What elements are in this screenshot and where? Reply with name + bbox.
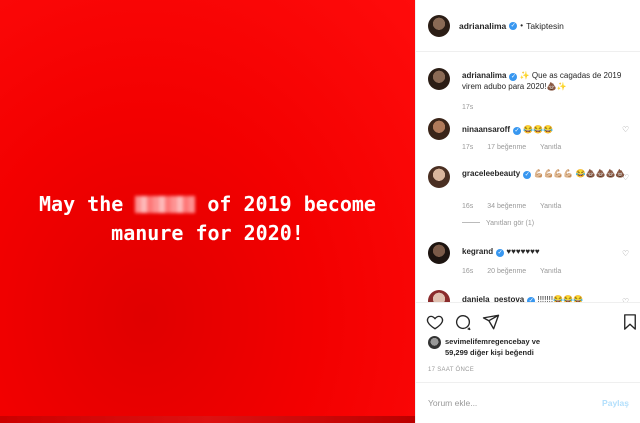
- comment-meta: 16s 34 beğenme Yanıtla: [462, 203, 573, 210]
- commenter-avatar[interactable]: [428, 242, 450, 264]
- media-text-line2: manure for 2020!: [111, 221, 304, 245]
- comment-time: 17s: [462, 144, 474, 151]
- caption-meta: 17s: [462, 104, 485, 111]
- comment-body: graceleebeauty ✓ 💪🏼💪🏼💪🏼💪🏼 😂💩💩💩💩: [462, 168, 627, 179]
- media-text-line1-start: May the: [39, 192, 136, 216]
- comment-username[interactable]: graceleebeauty: [462, 169, 520, 178]
- reply-link[interactable]: Yanıtla: [540, 268, 561, 275]
- caption-body: adrianalima ✓ ✨ Que as cagadas de 2019 vi…: [462, 70, 627, 92]
- verified-icon: ✓: [496, 249, 505, 257]
- post-comment-button[interactable]: Paylaş: [602, 398, 629, 408]
- share-icon[interactable]: [482, 313, 500, 331]
- action-bar: [416, 302, 640, 336]
- commenter-avatar[interactable]: [428, 166, 450, 188]
- caption-time: 17s: [462, 104, 474, 111]
- comment-username[interactable]: daniela_pestova: [462, 295, 524, 302]
- separator-dot: •: [520, 21, 524, 30]
- comment-body: ninaansaroff ✓ 😂😂😂: [462, 124, 627, 135]
- author-username[interactable]: adrianalima: [459, 21, 506, 31]
- liker-username[interactable]: sevimelifemregencebay ve: [445, 337, 540, 346]
- comment-meta: 17s 17 beğenme Yanıtla: [462, 144, 573, 151]
- reply-link[interactable]: Yanıtla: [540, 144, 561, 151]
- caption-username[interactable]: adrianalima: [462, 71, 506, 80]
- post-header: adrianalima ✓ • Takiptesin: [416, 0, 640, 52]
- comment-like-heart-icon[interactable]: ♡: [622, 173, 631, 182]
- comment-body: kegrand ✓ ♥♥♥♥♥♥♥: [462, 246, 627, 257]
- censored-word-blur: [135, 196, 196, 213]
- verified-icon: ✓: [513, 127, 522, 135]
- post-media[interactable]: May the of 2019 become manure for 2020!: [0, 0, 415, 423]
- comment-likes[interactable]: 17 beğenme: [487, 144, 526, 151]
- replies-line: [462, 222, 480, 223]
- comment-time: 16s: [462, 268, 474, 275]
- media-text-line1-end: of 2019 become: [195, 192, 376, 216]
- bookmark-icon[interactable]: [621, 313, 639, 331]
- caption-avatar[interactable]: [428, 68, 450, 90]
- comments-list[interactable]: adrianalima ✓ ✨ Que as cagadas de 2019 vi…: [416, 52, 640, 302]
- comment-icon[interactable]: [454, 313, 472, 331]
- liker-avatar[interactable]: [428, 336, 441, 349]
- comment-body: daniela_pestova ✓ !!!!!!!😂😂😂: [462, 294, 627, 302]
- comment-likes[interactable]: 20 beğenme: [487, 268, 526, 275]
- verified-icon: ✓: [509, 73, 518, 81]
- likes-text: sevimelifemregencebay ve 59,299 diğer ki…: [445, 336, 635, 358]
- comment-like-heart-icon[interactable]: ♡: [622, 125, 631, 134]
- comment-text: 💪🏼💪🏼💪🏼💪🏼 😂💩💩💩💩: [533, 169, 626, 178]
- likes-count[interactable]: 59,299 diğer kişi beğendi: [445, 348, 534, 357]
- comment-time: 16s: [462, 203, 474, 210]
- media-caption-text: May the of 2019 become manure for 2020!: [0, 190, 415, 248]
- comment-text: !!!!!!!😂😂😂: [537, 295, 583, 302]
- verified-icon: ✓: [509, 21, 518, 30]
- comment-username[interactable]: ninaansaroff: [462, 125, 510, 134]
- view-replies-link[interactable]: Yanıtları gör (1): [462, 220, 534, 227]
- post-timestamp[interactable]: 17 SAAT ÖNCE: [428, 367, 474, 373]
- media-bottom-strip: [0, 416, 415, 423]
- reply-link[interactable]: Yanıtla: [540, 203, 561, 210]
- post-side-panel: adrianalima ✓ • Takiptesin adrianalima ✓ …: [415, 0, 640, 423]
- view-replies-label[interactable]: Yanıtları gör (1): [486, 220, 534, 227]
- comment-text: ♥♥♥♥♥♥♥: [506, 247, 540, 256]
- commenter-avatar[interactable]: [428, 118, 450, 140]
- commenter-avatar[interactable]: [428, 290, 450, 302]
- comment-like-heart-icon[interactable]: ♡: [622, 249, 631, 258]
- comment-box: Paylaş: [416, 382, 640, 423]
- comment-input[interactable]: [428, 398, 578, 408]
- comment-meta: 16s 20 beğenme Yanıtla: [462, 268, 573, 275]
- comment-likes[interactable]: 34 beğenme: [487, 203, 526, 210]
- verified-icon: ✓: [523, 171, 532, 179]
- comment-username[interactable]: kegrand: [462, 247, 493, 256]
- heart-icon[interactable]: [426, 313, 444, 331]
- comment-text: 😂😂😂: [523, 125, 554, 134]
- author-avatar[interactable]: [428, 14, 450, 37]
- following-status[interactable]: Takiptesin: [526, 21, 564, 31]
